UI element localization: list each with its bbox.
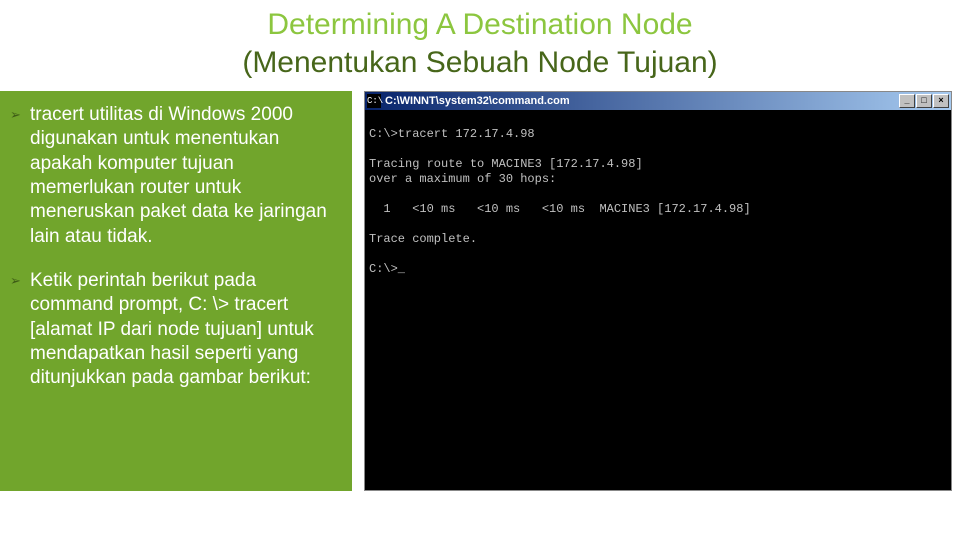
slide-title-area: Determining A Destination Node (Menentuk… [0, 0, 960, 91]
bullet-item: ➢ Ketik perintah berikut pada command pr… [10, 269, 338, 391]
command-output: C:\>tracert 172.17.4.98 Tracing route to… [365, 110, 951, 490]
window-control-buttons: _ □ × [899, 94, 949, 108]
maximize-button[interactable]: □ [916, 94, 932, 108]
bullet-text: Ketik perintah berikut pada command prom… [30, 269, 338, 391]
command-window: C:\ C:\WINNT\system32\command.com _ □ × … [364, 91, 952, 491]
minimize-button[interactable]: _ [899, 94, 915, 108]
right-image-panel: C:\ C:\WINNT\system32\command.com _ □ × … [364, 91, 960, 491]
arrow-bullet-icon: ➢ [10, 269, 22, 391]
slide-subtitle: (Menentukan Sebuah Node Tujuan) [0, 44, 960, 82]
slide-title: Determining A Destination Node [0, 6, 960, 44]
bullet-item: ➢ tracert utilitas di Windows 2000 digun… [10, 103, 338, 249]
close-button[interactable]: × [933, 94, 949, 108]
window-title-text: C:\WINNT\system32\command.com [385, 95, 899, 107]
window-titlebar: C:\ C:\WINNT\system32\command.com _ □ × [365, 92, 951, 110]
bullet-text: tracert utilitas di Windows 2000 digunak… [30, 103, 338, 249]
content-row: ➢ tracert utilitas di Windows 2000 digun… [0, 91, 960, 491]
cmd-app-icon: C:\ [367, 94, 381, 108]
left-text-panel: ➢ tracert utilitas di Windows 2000 digun… [0, 91, 352, 491]
arrow-bullet-icon: ➢ [10, 103, 22, 249]
